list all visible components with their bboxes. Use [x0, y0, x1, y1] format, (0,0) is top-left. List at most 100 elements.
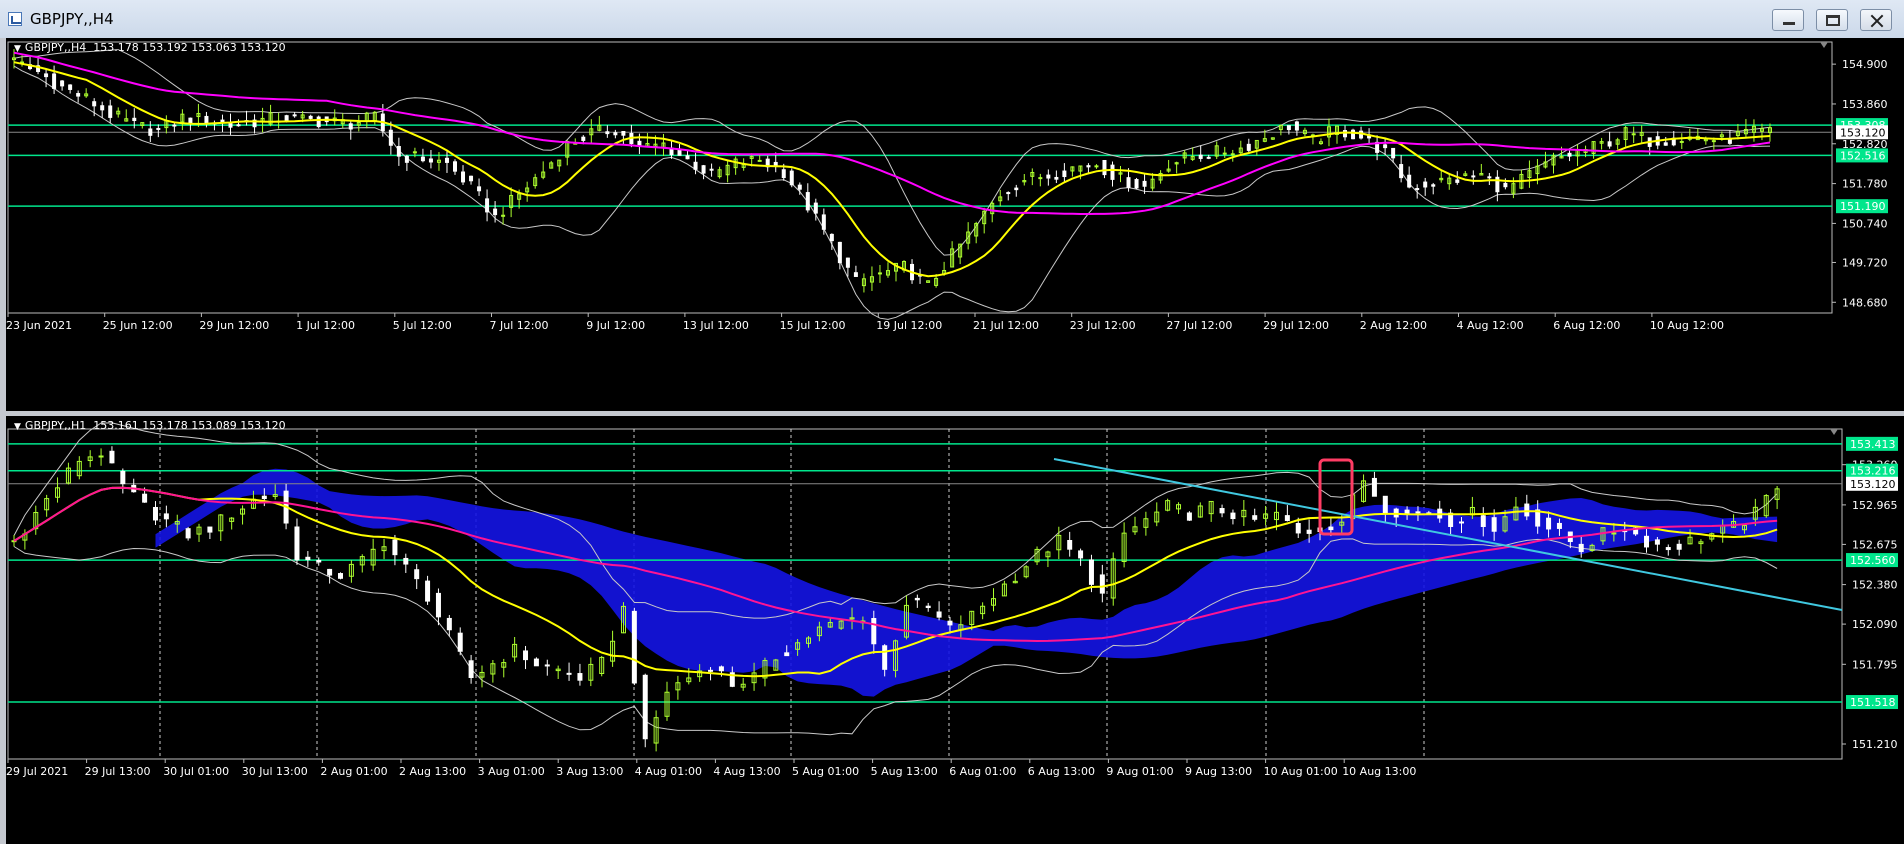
- candle-body: [853, 272, 858, 277]
- time-tick-label: 6 Aug 12:00: [1553, 319, 1620, 332]
- collapse-triangle-icon[interactable]: ▼: [14, 422, 21, 432]
- candle-body: [581, 136, 586, 141]
- window-title: GBPJPY,,H4: [30, 10, 114, 28]
- time-tick-label: 10 Aug 12:00: [1650, 319, 1724, 332]
- candle-body: [1284, 515, 1290, 521]
- candle-body: [882, 645, 888, 670]
- candle-body: [1676, 543, 1682, 550]
- candle-body: [757, 159, 762, 162]
- minimize-icon[interactable]: [1772, 9, 1804, 31]
- candle-body: [1679, 140, 1684, 143]
- candle-body: [845, 257, 850, 268]
- bollinger-lower: [13, 65, 1771, 320]
- collapse-triangle-icon[interactable]: ▼: [14, 44, 21, 54]
- candle-body: [631, 610, 637, 684]
- candle-body: [1423, 181, 1428, 188]
- candle-body: [461, 171, 466, 183]
- close-icon[interactable]: [1860, 9, 1892, 31]
- price-tick-label: 149.720: [1842, 256, 1888, 269]
- h4-chart-canvas[interactable]: 154.900153.860152.820151.780150.740149.7…: [6, 38, 1904, 411]
- candle-body: [1391, 147, 1396, 159]
- time-tick-label: 1 Jul 12:00: [296, 319, 355, 332]
- time-tick-label: 23 Jun 2021: [6, 319, 72, 332]
- candle-body: [207, 526, 213, 533]
- time-tick-label: 5 Aug 13:00: [871, 765, 938, 778]
- candle-body: [1455, 179, 1460, 183]
- h4-chart-pane[interactable]: 154.900 153.860 152.820 151.780 150.740 149.7…: [6, 38, 1904, 411]
- level-tag-label: 151.190: [1840, 200, 1886, 213]
- candle-body: [533, 658, 539, 667]
- candle-body: [403, 557, 409, 565]
- candle-body: [708, 669, 714, 672]
- time-tick-label: 4 Aug 01:00: [635, 765, 702, 778]
- price-tick-label: 154.900: [1842, 58, 1888, 71]
- time-tick-label: 5 Aug 01:00: [792, 765, 859, 778]
- h1-chart-canvas[interactable]: 153.260152.965152.675152.380152.090151.7…: [6, 416, 1904, 844]
- candle-body: [404, 155, 409, 163]
- candle-body: [308, 115, 313, 119]
- candle-body: [1094, 165, 1099, 168]
- candle-body: [392, 539, 398, 556]
- candle-body: [1607, 141, 1612, 147]
- candle-body: [1371, 477, 1377, 497]
- h1-chart-pane[interactable]: 153.260152.965152.675152.380152.090151.7…: [6, 416, 1904, 844]
- candle-body: [1611, 532, 1617, 535]
- candle-body: [425, 580, 431, 602]
- time-tick-label: 23 Jul 12:00: [1070, 319, 1136, 332]
- candle-body: [100, 105, 105, 111]
- candle-body: [797, 184, 802, 190]
- candle-body: [544, 664, 550, 667]
- candle-body: [936, 611, 942, 618]
- candle-body: [1006, 192, 1011, 195]
- price-tick-label: 152.380: [1852, 579, 1898, 592]
- time-tick-label: 2 Aug 01:00: [320, 765, 387, 778]
- time-tick-label: 6 Aug 01:00: [949, 765, 1016, 778]
- time-tick-label: 5 Jul 12:00: [393, 319, 452, 332]
- candle-body: [947, 620, 953, 626]
- candle-body: [109, 450, 115, 464]
- candle-body: [1631, 133, 1636, 136]
- candle-body: [1382, 495, 1388, 515]
- candle-body: [781, 169, 786, 179]
- price-tick-label: 152.965: [1852, 499, 1898, 512]
- candle-body: [469, 175, 474, 182]
- shift-marker: [1820, 42, 1828, 48]
- candle-body: [566, 672, 572, 675]
- candle-body: [805, 192, 810, 211]
- h4-header-text: GBPJPY,,H4 153.178 153.192 153.063 153.1…: [24, 41, 286, 54]
- candle-body: [693, 161, 698, 170]
- level-tag-label: 153.216: [1850, 465, 1896, 478]
- candle-body: [701, 165, 706, 174]
- price-tick-label: 151.795: [1852, 658, 1898, 671]
- level-tag-label: 152.560: [1850, 554, 1896, 567]
- candle-body: [1524, 503, 1530, 517]
- candle-body: [523, 650, 529, 661]
- candle-body: [1038, 177, 1043, 180]
- candle-body: [338, 573, 344, 579]
- maximize-icon[interactable]: [1816, 9, 1848, 31]
- candle-body: [68, 84, 73, 90]
- candle-body: [914, 597, 920, 601]
- bollinger-upper: [13, 49, 1771, 256]
- candle-body: [185, 528, 191, 539]
- candle-body: [1503, 182, 1508, 188]
- candle-body: [1014, 187, 1019, 191]
- candle-body: [1286, 125, 1291, 131]
- candle-body: [396, 146, 401, 157]
- time-tick-label: 9 Jul 12:00: [586, 319, 645, 332]
- candle-body: [148, 128, 153, 136]
- h1-chart-header: ▼ GBPJPY,,H1 153.161 153.178 153.089 153.…: [14, 419, 286, 432]
- candle-body: [92, 101, 97, 107]
- candle-body: [108, 105, 113, 118]
- h4-chart-header: ▼ GBPJPY,,H4 153.178 153.192 153.063 153.…: [14, 41, 286, 54]
- candle-body: [1663, 142, 1668, 146]
- time-tick-label: 21 Jul 12:00: [973, 319, 1039, 332]
- candle-body: [468, 660, 474, 679]
- candle-body: [98, 455, 104, 458]
- time-tick-label: 10 Aug 13:00: [1342, 765, 1416, 778]
- candle-body: [428, 158, 433, 163]
- window-titlebar: GBPJPY,,H4: [0, 0, 1904, 39]
- candle-body: [327, 568, 333, 576]
- candle-body: [1110, 164, 1115, 180]
- candle-body: [44, 73, 49, 78]
